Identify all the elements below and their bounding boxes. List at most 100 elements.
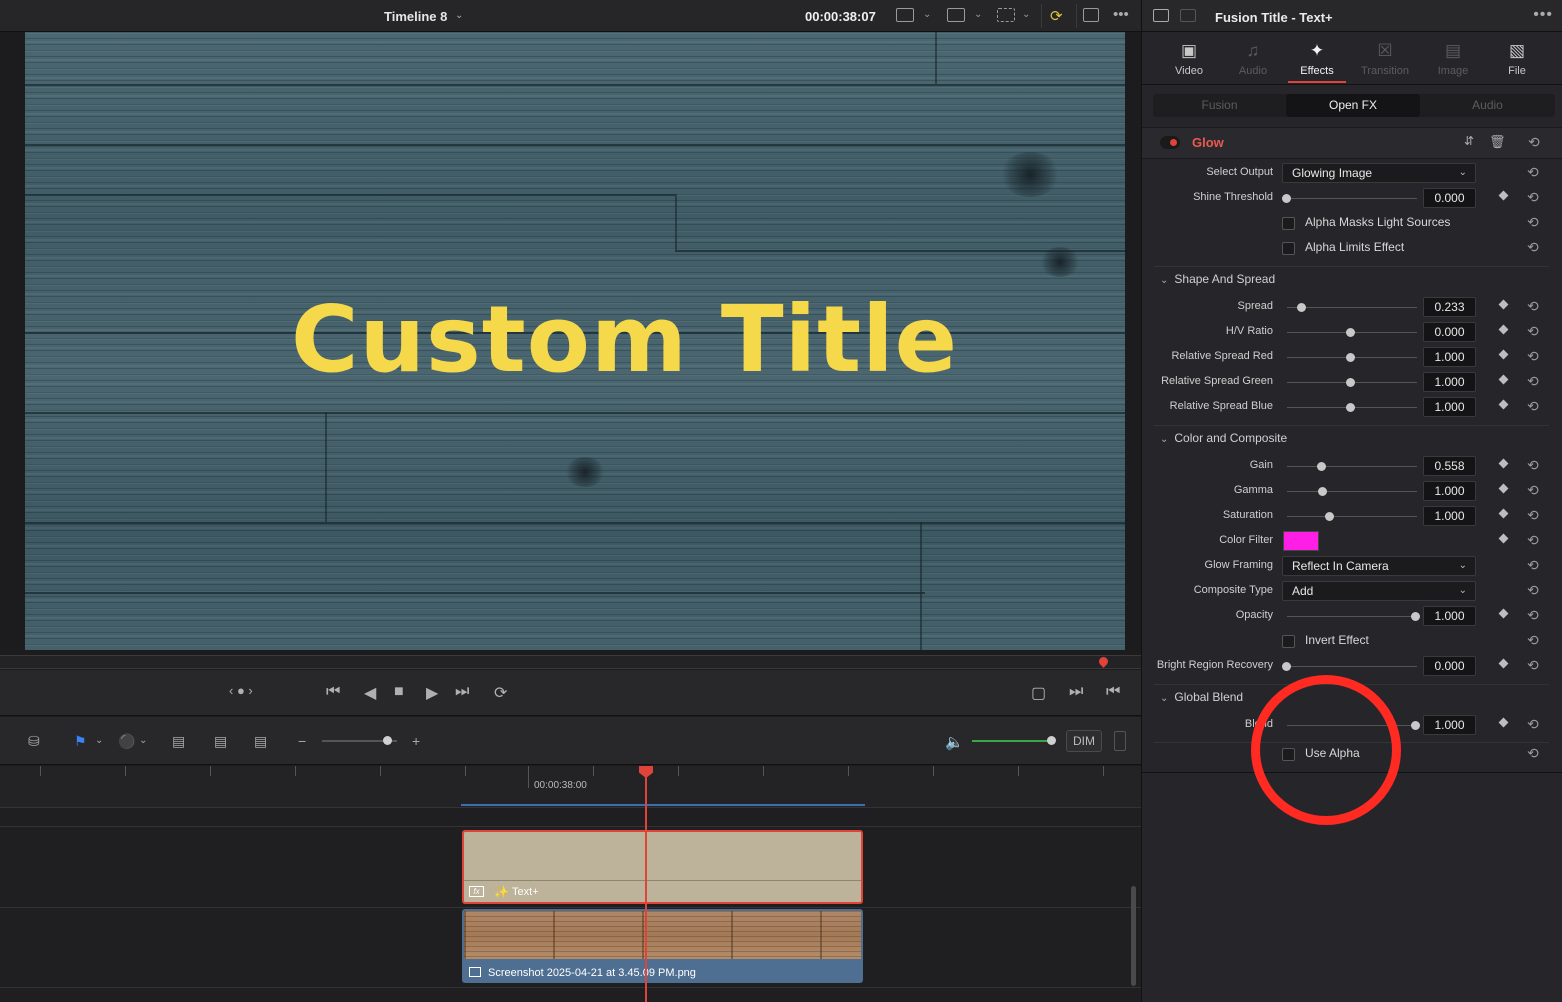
playback-resolution-icon[interactable] bbox=[947, 8, 965, 22]
text-plus-clip[interactable]: fx ✨ Text+ bbox=[462, 830, 863, 904]
transform-overlay-icon[interactable] bbox=[997, 8, 1015, 22]
keyframe-icon[interactable] bbox=[1498, 508, 1509, 519]
slider-knob[interactable] bbox=[1411, 721, 1420, 730]
spread-value[interactable]: 0.233 bbox=[1423, 297, 1476, 317]
zoom-custom-icon[interactable]: ▤ bbox=[254, 733, 267, 750]
keyframe-icon[interactable] bbox=[1498, 190, 1509, 201]
timeline-name[interactable]: Timeline 8 bbox=[384, 9, 447, 24]
reorder-icon[interactable]: ⇵ bbox=[1464, 134, 1474, 148]
reset-icon[interactable]: ⟲ bbox=[1527, 632, 1539, 649]
keyframe-icon[interactable] bbox=[1498, 658, 1509, 669]
match-frame-icon[interactable]: ▢ bbox=[1031, 683, 1046, 703]
invert-effect-checkbox[interactable] bbox=[1282, 635, 1295, 648]
blend-value[interactable]: 1.000 bbox=[1423, 715, 1476, 735]
glow-framing-dropdown[interactable]: Reflect In Camera ⌄ bbox=[1282, 556, 1476, 576]
more-options-icon[interactable]: ••• bbox=[1113, 6, 1129, 23]
slider-knob[interactable] bbox=[1346, 328, 1355, 337]
reset-icon[interactable]: ⟲ bbox=[1528, 134, 1540, 151]
group-global-blend[interactable]: ⌄ Global Blend bbox=[1160, 690, 1243, 704]
gamma-value[interactable]: 1.000 bbox=[1423, 481, 1476, 501]
reset-icon[interactable]: ⟲ bbox=[1527, 214, 1539, 231]
image-clip[interactable]: Screenshot 2025-04-21 at 3.45.09 PM.png bbox=[462, 909, 863, 983]
volume-slider[interactable] bbox=[972, 740, 1052, 742]
reset-icon[interactable]: ⟲ bbox=[1527, 745, 1539, 762]
bright-region-recovery-value[interactable]: 0.000 bbox=[1423, 656, 1476, 676]
speaker-icon[interactable]: 🔈 bbox=[945, 733, 964, 751]
volume-slider-knob[interactable] bbox=[1047, 736, 1056, 745]
slider-knob[interactable] bbox=[1346, 403, 1355, 412]
lock-icon[interactable]: ⛁ bbox=[28, 733, 40, 750]
loop-icon[interactable]: ⟳ bbox=[494, 683, 507, 703]
play-icon[interactable]: ▶ bbox=[426, 683, 438, 703]
split-inspector-icon[interactable] bbox=[1180, 9, 1196, 22]
shine-threshold-value[interactable]: 0.000 bbox=[1423, 188, 1476, 208]
reset-icon[interactable]: ⟲ bbox=[1527, 557, 1539, 574]
slider-knob[interactable] bbox=[1282, 662, 1291, 671]
keyframe-icon[interactable] bbox=[1498, 533, 1509, 544]
marker-icon[interactable]: ⚫ bbox=[118, 733, 135, 750]
viewer-canvas[interactable]: Custom Title bbox=[25, 32, 1125, 650]
composite-type-dropdown[interactable]: Add ⌄ bbox=[1282, 581, 1476, 601]
relative-spread-blue-value[interactable]: 1.000 bbox=[1423, 397, 1476, 417]
color-wheel-icon[interactable]: ⟳ bbox=[1050, 7, 1063, 25]
slider-knob[interactable] bbox=[1297, 303, 1306, 312]
dim-button[interactable]: DIM bbox=[1066, 730, 1102, 752]
tab-audio[interactable]: ♫ Audio bbox=[1220, 33, 1286, 85]
timeline-scrollbar[interactable] bbox=[1131, 886, 1136, 986]
tab-file[interactable]: ▧ File bbox=[1484, 33, 1550, 85]
reset-icon[interactable]: ⟲ bbox=[1527, 582, 1539, 599]
timeline[interactable]: 00:00:38:00 fx ✨ Text+ Screenshot 2025-0… bbox=[0, 766, 1141, 1002]
relative-spread-green-value[interactable]: 1.000 bbox=[1423, 372, 1476, 392]
next-edit-icon[interactable]: ⏭ bbox=[1069, 683, 1083, 701]
hv-ratio-value[interactable]: 0.000 bbox=[1423, 322, 1476, 342]
saturation-slider[interactable] bbox=[1287, 516, 1417, 517]
alpha-masks-checkbox[interactable] bbox=[1282, 217, 1295, 230]
keyframe-icon[interactable] bbox=[1498, 483, 1509, 494]
tab-image[interactable]: ▤ Image bbox=[1420, 33, 1486, 85]
saturation-value[interactable]: 1.000 bbox=[1423, 506, 1476, 526]
chevron-down-icon[interactable]: ⌄ bbox=[95, 735, 103, 746]
tab-video[interactable]: ▣ Video bbox=[1156, 33, 1222, 85]
opacity-value[interactable]: 1.000 bbox=[1423, 606, 1476, 626]
play-reverse-icon[interactable]: ◀ bbox=[364, 683, 376, 703]
relative-spread-red-value[interactable]: 1.000 bbox=[1423, 347, 1476, 367]
zoom-in-icon[interactable]: + bbox=[412, 733, 420, 749]
reset-icon[interactable]: ⟲ bbox=[1527, 482, 1539, 499]
inspector-icon[interactable] bbox=[1153, 9, 1169, 22]
keyframe-icon[interactable] bbox=[1498, 299, 1509, 310]
viewer-size-icon[interactable] bbox=[896, 8, 914, 22]
gain-value[interactable]: 0.558 bbox=[1423, 456, 1476, 476]
slider-knob[interactable] bbox=[1325, 512, 1334, 521]
viewer-scrub-bar[interactable] bbox=[0, 655, 1141, 669]
effect-enable-toggle[interactable] bbox=[1160, 136, 1180, 149]
slider-knob[interactable] bbox=[1282, 194, 1291, 203]
chevron-down-icon[interactable]: ⌄ bbox=[139, 735, 147, 746]
split-view-icon[interactable] bbox=[1083, 8, 1099, 22]
keyframe-icon[interactable] bbox=[1498, 324, 1509, 335]
zoom-detail-icon[interactable]: ▤ bbox=[214, 733, 227, 750]
tab-effects[interactable]: ✦ Effects bbox=[1284, 33, 1350, 85]
slider-knob[interactable] bbox=[1318, 487, 1327, 496]
timeline-ruler[interactable]: 00:00:38:00 bbox=[0, 766, 1141, 808]
jog-icon[interactable]: ‹ ● › bbox=[229, 683, 253, 698]
flag-icon[interactable]: ⚑ bbox=[74, 733, 87, 750]
group-color-and-composite[interactable]: ⌄ Color and Composite bbox=[1160, 431, 1287, 445]
slider-knob[interactable] bbox=[1346, 353, 1355, 362]
color-filter-swatch[interactable] bbox=[1283, 531, 1319, 551]
timeline-playhead[interactable] bbox=[645, 766, 647, 1002]
subtab-open-fx[interactable]: Open FX bbox=[1286, 94, 1420, 117]
tab-transition[interactable]: ☒ Transition bbox=[1352, 33, 1418, 85]
keyframe-icon[interactable] bbox=[1498, 374, 1509, 385]
reset-icon[interactable]: ⟲ bbox=[1527, 607, 1539, 624]
reset-icon[interactable]: ⟲ bbox=[1527, 398, 1539, 415]
keyframe-icon[interactable] bbox=[1498, 608, 1509, 619]
stop-icon[interactable]: ■ bbox=[394, 683, 404, 701]
reset-icon[interactable]: ⟲ bbox=[1527, 457, 1539, 474]
subtab-fusion[interactable]: Fusion bbox=[1153, 94, 1286, 117]
chevron-down-icon[interactable]: ⌄ bbox=[974, 9, 982, 20]
zoom-full-icon[interactable]: ▤ bbox=[172, 733, 185, 750]
select-output-dropdown[interactable]: Glowing Image ⌄ bbox=[1282, 163, 1476, 183]
previous-edit-icon[interactable]: ⏮ bbox=[1106, 683, 1120, 701]
keyframe-icon[interactable] bbox=[1498, 717, 1509, 728]
reset-icon[interactable]: ⟲ bbox=[1527, 323, 1539, 340]
